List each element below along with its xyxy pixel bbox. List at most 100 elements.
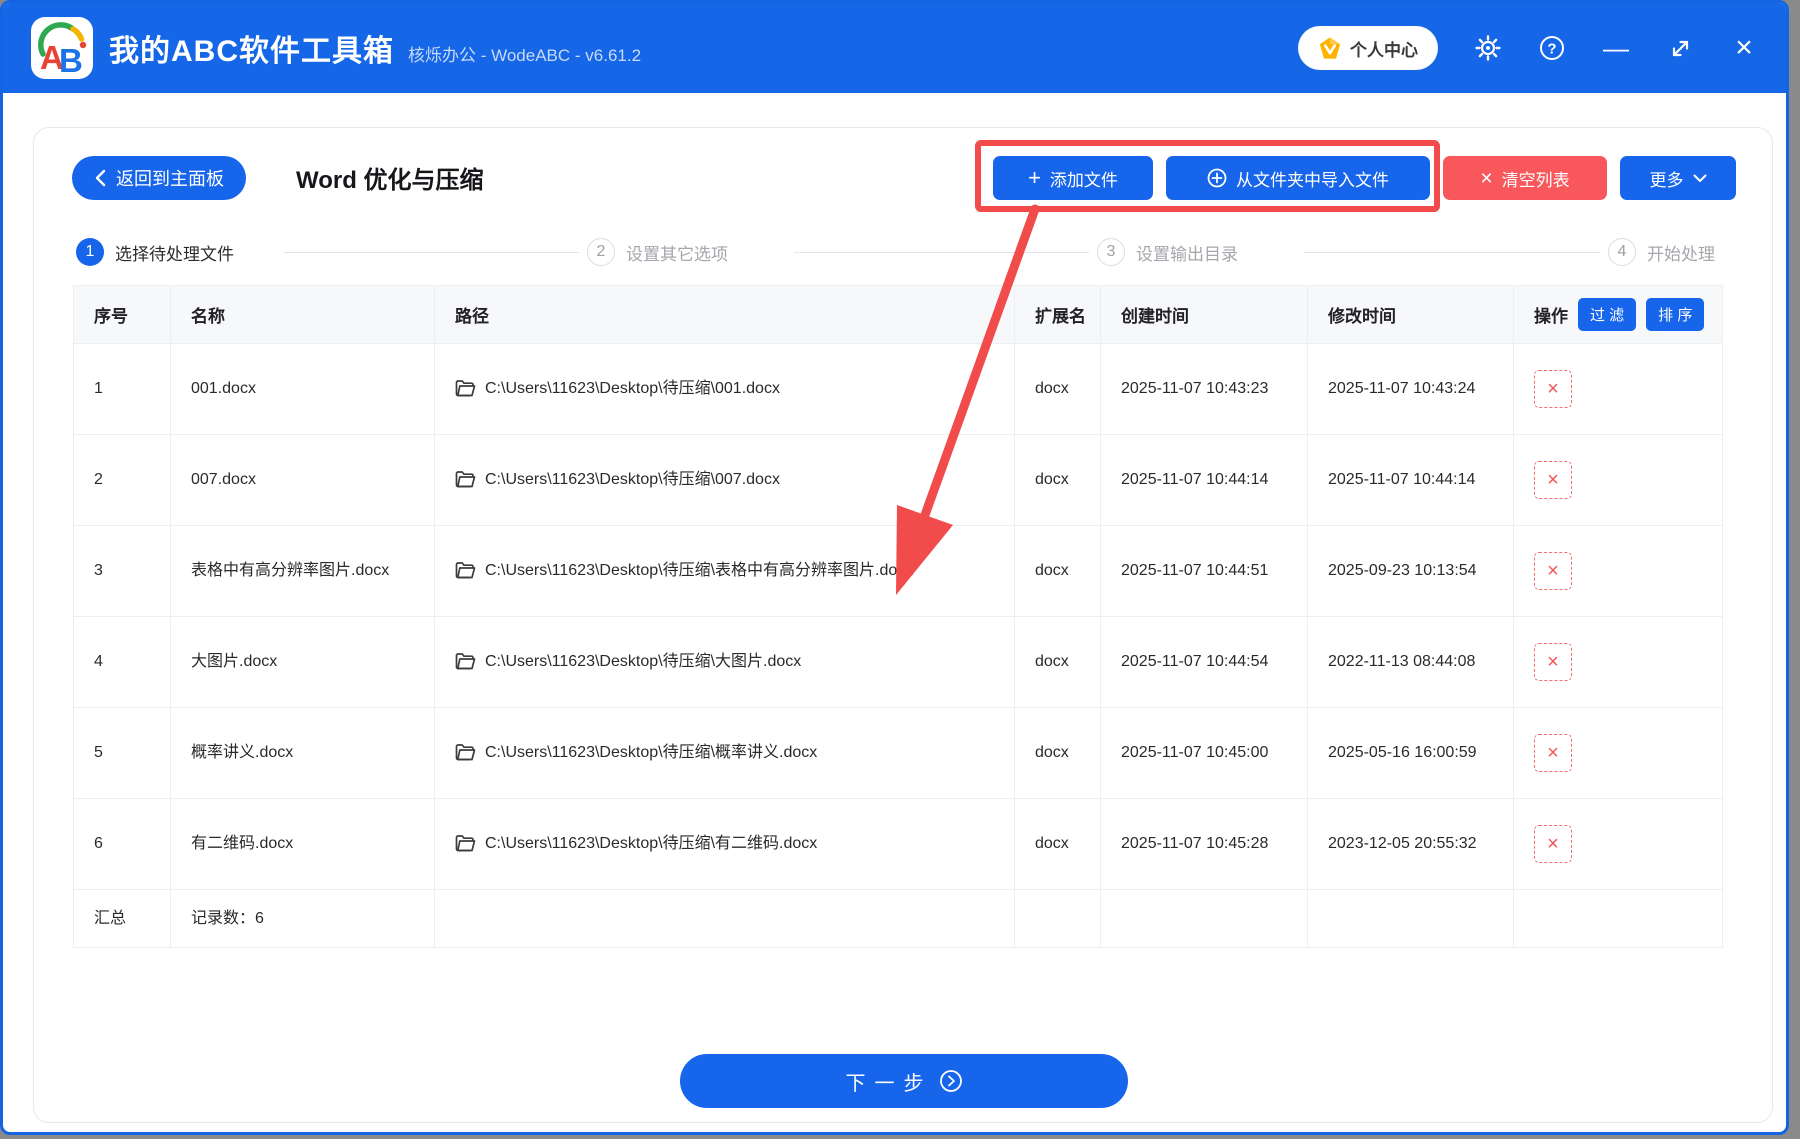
folder-icon <box>455 744 476 761</box>
delete-file-button[interactable]: × <box>1534 825 1572 863</box>
delete-file-button[interactable]: × <box>1534 461 1572 499</box>
step-4-label: 开始处理 <box>1647 244 1715 264</box>
header-name: 名称 <box>170 285 435 344</box>
step-connector <box>284 252 579 253</box>
circle-arrow-right-icon <box>939 1070 962 1092</box>
clear-list-label: 清空列表 <box>1501 170 1570 190</box>
step-1-number: 1 <box>76 238 104 266</box>
cell-ext: docx <box>1014 434 1101 526</box>
more-label: 更多 <box>1649 170 1684 190</box>
header-path: 路径 <box>434 285 1015 344</box>
cell-name: 007.docx <box>170 434 435 526</box>
table-header-row: 序号 名称 路径 扩展名 创建时间 修改时间 操作 过 滤 排 序 <box>73 285 1723 344</box>
folder-icon <box>455 835 476 852</box>
plus-icon: + <box>1028 165 1041 190</box>
app-logo-icon: A B <box>31 17 93 79</box>
back-to-dashboard-button[interactable]: 返回到主面板 <box>72 156 246 200</box>
summary-label: 汇总 <box>73 889 171 948</box>
delete-file-button[interactable]: × <box>1534 370 1572 408</box>
back-label: 返回到主面板 <box>116 169 224 189</box>
delete-file-button[interactable]: × <box>1534 734 1572 772</box>
header-index: 序号 <box>73 285 171 344</box>
cell-modified: 2025-11-07 10:44:14 <box>1307 434 1514 526</box>
cell-actions: × <box>1513 707 1723 799</box>
table-row: 6 有二维码.docx C:\Users\11623\Desktop\待压缩\有… <box>73 798 1723 890</box>
next-step-button[interactable]: 下一步 <box>680 1054 1128 1108</box>
step-1-label: 选择待处理文件 <box>115 244 234 264</box>
minimize-button[interactable]: — <box>1602 33 1630 63</box>
user-center-button[interactable]: 个人中心 <box>1298 26 1438 70</box>
next-step-label: 下一步 <box>845 1072 933 1095</box>
folder-icon <box>455 653 476 670</box>
cell-modified: 2025-05-16 16:00:59 <box>1307 707 1514 799</box>
actions-label: 操作 <box>1534 307 1568 326</box>
app-window: A B 我的ABC软件工具箱 核烁办公 - WodeABC - v6.61.2 … <box>0 0 1789 1135</box>
cell-path: C:\Users\11623\Desktop\待压缩\007.docx <box>434 434 1015 526</box>
step-1-select-files: 1 选择待处理文件 <box>76 238 234 266</box>
file-table: 序号 名称 路径 扩展名 创建时间 修改时间 操作 过 滤 排 序 1 001.… <box>73 285 1723 948</box>
maximize-button[interactable] <box>1666 34 1694 62</box>
svg-text:B: B <box>59 42 83 79</box>
import-from-folder-label: 从文件夹中导入文件 <box>1236 170 1389 190</box>
summary-row: 汇总 记录数：6 <box>73 889 1723 948</box>
cell-created: 2025-11-07 10:43:23 <box>1100 343 1308 435</box>
more-button[interactable]: 更多 <box>1620 156 1736 200</box>
circle-plus-icon <box>1207 168 1227 188</box>
settings-icon[interactable] <box>1474 34 1502 62</box>
header-created: 创建时间 <box>1100 285 1308 344</box>
path-text: C:\Users\11623\Desktop\待压缩\001.docx <box>485 380 780 398</box>
cell-modified: 2023-12-05 20:55:32 <box>1307 798 1514 890</box>
cell-name: 表格中有高分辨率图片.docx <box>170 525 435 617</box>
step-connector <box>1304 252 1600 253</box>
cell-ext: docx <box>1014 343 1101 435</box>
clear-list-button[interactable]: × 清空列表 <box>1443 156 1607 200</box>
cell-index: 4 <box>73 616 171 708</box>
sort-button[interactable]: 排 序 <box>1646 298 1705 331</box>
add-files-label: 添加文件 <box>1049 170 1118 190</box>
clear-x-icon: × <box>1480 166 1493 190</box>
chevron-left-icon <box>95 169 106 187</box>
delete-file-button[interactable]: × <box>1534 643 1572 681</box>
cell-actions: × <box>1513 525 1723 617</box>
cell-ext: docx <box>1014 798 1101 890</box>
cell-index: 1 <box>73 343 171 435</box>
path-text: C:\Users\11623\Desktop\待压缩\007.docx <box>485 471 780 489</box>
close-button[interactable]: × <box>1730 33 1758 63</box>
step-3-output-dir: 3 设置输出目录 <box>1097 238 1238 266</box>
table-row: 1 001.docx C:\Users\11623\Desktop\待压缩\00… <box>73 343 1723 435</box>
titlebar-controls: 个人中心 ? — × <box>1298 26 1758 70</box>
cell-path: C:\Users\11623\Desktop\待压缩\大图片.docx <box>434 616 1015 708</box>
help-icon[interactable]: ? <box>1538 34 1566 62</box>
import-from-folder-button[interactable]: 从文件夹中导入文件 <box>1166 156 1430 200</box>
cell-path: C:\Users\11623\Desktop\待压缩\表格中有高分辨率图片.do… <box>434 525 1015 617</box>
page-title: Word 优化与压缩 <box>296 167 484 194</box>
cell-name: 有二维码.docx <box>170 798 435 890</box>
step-2-number: 2 <box>587 238 615 266</box>
summary-count: 记录数：6 <box>170 889 435 948</box>
header-modified: 修改时间 <box>1307 285 1514 344</box>
delete-file-button[interactable]: × <box>1534 552 1572 590</box>
path-text: C:\Users\11623\Desktop\待压缩\概率讲义.docx <box>485 744 818 762</box>
cell-created: 2025-11-07 10:44:54 <box>1100 616 1308 708</box>
cell-ext: docx <box>1014 616 1101 708</box>
step-4-start: 4 开始处理 <box>1608 238 1715 266</box>
header-actions: 操作 过 滤 排 序 <box>1513 285 1723 344</box>
cell-index: 6 <box>73 798 171 890</box>
cell-name: 大图片.docx <box>170 616 435 708</box>
cell-ext: docx <box>1014 525 1101 617</box>
cell-path: C:\Users\11623\Desktop\待压缩\有二维码.docx <box>434 798 1015 890</box>
table-row: 2 007.docx C:\Users\11623\Desktop\待压缩\00… <box>73 434 1723 526</box>
toolbar-actions: + 添加文件 从文件夹中导入文件 × 清空列表 更多 <box>993 156 1736 200</box>
filter-button[interactable]: 过 滤 <box>1578 298 1637 331</box>
folder-icon <box>455 380 476 397</box>
table-row: 3 表格中有高分辨率图片.docx C:\Users\11623\Desktop… <box>73 525 1723 617</box>
add-files-button[interactable]: + 添加文件 <box>993 156 1153 200</box>
cell-created: 2025-11-07 10:45:00 <box>1100 707 1308 799</box>
cell-index: 5 <box>73 707 171 799</box>
cell-path: C:\Users\11623\Desktop\待压缩\001.docx <box>434 343 1015 435</box>
step-3-number: 3 <box>1097 238 1125 266</box>
step-3-label: 设置输出目录 <box>1136 244 1238 264</box>
table-row: 5 概率讲义.docx C:\Users\11623\Desktop\待压缩\概… <box>73 707 1723 799</box>
cell-ext: docx <box>1014 707 1101 799</box>
folder-icon <box>455 562 476 579</box>
